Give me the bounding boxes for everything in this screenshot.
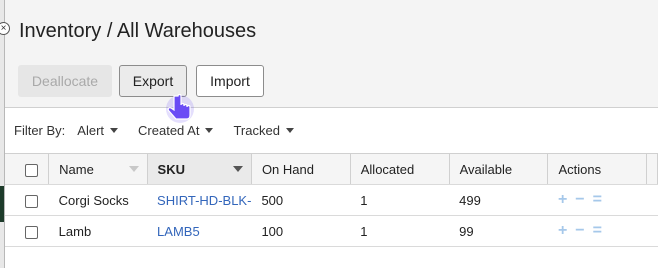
cell-sku: LAMB5 — [147, 215, 252, 247]
page-title: Inventory / All Warehouses — [19, 20, 257, 42]
filter-alert[interactable]: Alert — [77, 123, 119, 138]
row-select-cell — [5, 215, 49, 247]
filter-tracked[interactable]: Tracked — [233, 123, 294, 138]
column-label: Name — [59, 161, 94, 177]
sku-link[interactable]: SHIRT-HD-BLK- — [157, 193, 251, 208]
sku-link[interactable]: LAMB5 — [157, 224, 200, 239]
cell-name: Lamb — [48, 215, 148, 247]
cell-allocated: 1 — [350, 184, 450, 216]
plus-icon[interactable]: + — [558, 222, 567, 240]
table-row[interactable]: Corgi Socks SHIRT-HD-BLK- 500 1 499 + − … — [5, 184, 658, 216]
equals-icon[interactable]: = — [593, 222, 602, 240]
row-checkbox[interactable] — [25, 194, 38, 208]
cell-overflow — [646, 184, 658, 216]
row-checkbox[interactable] — [25, 225, 38, 239]
rail-accent — [0, 186, 4, 222]
table-row[interactable]: Lamb LAMB5 100 1 99 + − = — [5, 215, 658, 247]
chevron-down-icon — [205, 128, 214, 133]
column-header-allocated[interactable]: Allocated — [350, 153, 450, 185]
column-header-sku[interactable]: SKU — [147, 153, 252, 185]
cell-on-hand: 100 — [251, 215, 351, 247]
row-select-cell — [5, 184, 49, 216]
sort-icon — [128, 166, 139, 172]
plus-icon[interactable]: + — [558, 191, 567, 209]
deallocate-button[interactable]: Deallocate — [18, 65, 112, 97]
select-all-checkbox[interactable] — [25, 163, 38, 177]
table-header-row: Name SKU On Hand Allocated Available Act… — [5, 153, 658, 185]
sort-icon — [232, 166, 243, 172]
hand-pointer-icon — [166, 93, 194, 123]
column-header-overflow — [646, 153, 658, 185]
column-header-name[interactable]: Name — [48, 153, 148, 185]
filter-alert-label: Alert — [77, 123, 105, 138]
chevron-down-icon — [110, 128, 119, 133]
column-header-available[interactable]: Available — [449, 153, 549, 185]
cell-actions: + − = — [547, 184, 647, 216]
filter-label: Filter By: — [14, 123, 66, 138]
close-icon[interactable]: × — [0, 22, 10, 35]
column-header-on-hand[interactable]: On Hand — [251, 153, 351, 185]
cell-name: Corgi Socks — [48, 184, 148, 216]
cell-on-hand: 500 — [251, 184, 351, 216]
minus-icon[interactable]: − — [575, 222, 584, 240]
equals-icon[interactable]: = — [593, 191, 602, 209]
cell-available: 99 — [449, 215, 548, 247]
cell-available: 499 — [449, 184, 548, 216]
select-all-cell — [5, 153, 50, 185]
chevron-down-icon — [285, 128, 294, 133]
minus-icon[interactable]: − — [575, 191, 584, 209]
inventory-table: Name SKU On Hand Allocated Available Act… — [5, 153, 658, 247]
cell-overflow — [646, 215, 658, 247]
cell-allocated: 1 — [350, 215, 450, 247]
filter-tracked-label: Tracked — [233, 123, 280, 138]
column-label: SKU — [157, 161, 185, 177]
column-header-actions: Actions — [547, 153, 647, 185]
import-button[interactable]: Import — [196, 65, 264, 97]
cell-actions: + − = — [547, 215, 647, 247]
cell-sku: SHIRT-HD-BLK- — [147, 184, 252, 216]
